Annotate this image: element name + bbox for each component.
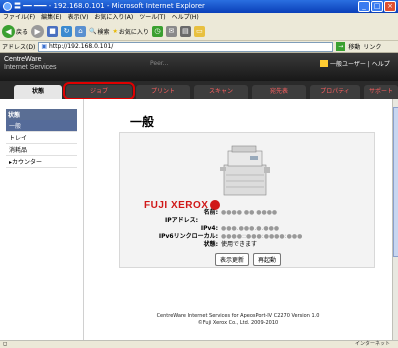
stop-icon[interactable]: ■ bbox=[47, 26, 59, 37]
info-row-ipv6: IPv6リンクローカル: ●●●●::●●●:●●●●:●●● bbox=[158, 233, 303, 240]
footer: CentreWare Internet Services for ApeosPo… bbox=[84, 313, 392, 327]
tab-scan[interactable]: スキャン bbox=[194, 85, 248, 99]
device-info: 名前: ●●●● ●● ●●●● IPアドレス: IPv4: ●●●.●●●.●.●… bbox=[120, 209, 376, 249]
minimize-button[interactable]: _ bbox=[358, 1, 370, 12]
info-row-ip: IPアドレス: bbox=[165, 217, 199, 224]
status-bar: ◻ インターネット bbox=[0, 340, 398, 347]
fuji-xerox-logo: FUJI XEROX bbox=[144, 200, 221, 211]
refresh-icon[interactable]: ↻ bbox=[61, 26, 73, 37]
tab-support[interactable]: サポート bbox=[364, 85, 398, 99]
app-header: CentreWare Internet Services Peer... 一般ユ… bbox=[0, 53, 398, 81]
browser-toolbar: ◀ 戻る ▶ ■ ↻ ⌂ 🔍 検索 ★ お気に入り ◷ ✉ ▤ ▭ bbox=[0, 23, 398, 41]
address-input[interactable]: ▣ http://192.168.0.101/ bbox=[38, 41, 334, 52]
address-label: アドレス(D) bbox=[2, 44, 36, 51]
footer-copyright: ©Fuji Xerox Co., Ltd. 2009-2010 bbox=[197, 320, 279, 326]
tab-bar: 状態 ジョブ プリント スキャン 宛先表 プロパティ サポート bbox=[0, 81, 398, 99]
restart-button[interactable]: 再起動 bbox=[253, 253, 282, 266]
nav-item-tray[interactable]: トレイ bbox=[6, 132, 77, 144]
window-controls: _ □ × bbox=[358, 1, 396, 12]
menu-favorites[interactable]: お気に入り(A) bbox=[94, 13, 133, 23]
home-icon[interactable]: ⌂ bbox=[75, 26, 87, 37]
forward-arrow-icon: ▶ bbox=[31, 25, 45, 38]
page-title: 一般 bbox=[130, 115, 155, 129]
menu-file[interactable]: ファイル(F) bbox=[3, 13, 35, 23]
tab-address-book[interactable]: 宛先表 bbox=[252, 85, 306, 99]
page-icon: ▣ bbox=[41, 43, 47, 50]
go-button[interactable]: 移動 bbox=[348, 42, 360, 51]
back-button[interactable]: ◀ 戻る bbox=[2, 25, 28, 38]
links-label[interactable]: リンク bbox=[363, 42, 381, 51]
go-icon[interactable]: → bbox=[336, 42, 346, 51]
ie-icon bbox=[3, 2, 12, 11]
print-icon[interactable]: ▤ bbox=[179, 26, 191, 37]
back-arrow-icon: ◀ bbox=[2, 25, 15, 38]
menu-edit[interactable]: 編集(E) bbox=[41, 13, 61, 23]
vertical-scrollbar[interactable] bbox=[392, 99, 398, 340]
menu-bar: ファイル(F) 編集(E) 表示(V) お気に入り(A) ツール(T) ヘルプ(… bbox=[0, 13, 398, 23]
close-button[interactable]: × bbox=[384, 1, 396, 12]
tab-status[interactable]: 状態 bbox=[14, 85, 62, 99]
window-titlebar: 〓 ━━ ━━━ - 192.168.0.101 - Microsoft Int… bbox=[0, 0, 398, 13]
mail-icon[interactable]: ✉ bbox=[165, 26, 177, 37]
main-content: 一般 名前: ●●●● ●● ●●●● IPアドレス: IPv4: ●●●.●●●.… bbox=[84, 99, 392, 340]
tab-properties[interactable]: プロパティ bbox=[310, 85, 360, 99]
device-host: Peer... bbox=[150, 60, 169, 67]
search-button[interactable]: 🔍 検索 bbox=[89, 27, 110, 36]
maximize-button[interactable]: □ bbox=[371, 1, 383, 12]
menu-view[interactable]: 表示(V) bbox=[68, 13, 89, 23]
xerox-sphere-icon bbox=[210, 200, 221, 211]
menu-tools[interactable]: ツール(T) bbox=[139, 13, 165, 23]
nav-item-counter[interactable]: ▸カウンター bbox=[6, 156, 77, 168]
history-icon[interactable]: ◷ bbox=[151, 26, 163, 37]
highlight-annotation bbox=[63, 82, 135, 100]
brand-logo: CentreWare Internet Services bbox=[4, 56, 57, 71]
info-row-ipv4: IPv4: ●●●.●●●.●.●●● bbox=[200, 225, 280, 232]
info-row-status: 状態: 使用できます bbox=[203, 241, 258, 248]
forward-button[interactable]: ▶ bbox=[31, 25, 45, 38]
address-bar: アドレス(D) ▣ http://192.168.0.101/ → 移動 リンク bbox=[0, 41, 398, 53]
folder-icon[interactable]: ▭ bbox=[193, 26, 205, 37]
menu-help[interactable]: ヘルプ(H) bbox=[172, 13, 199, 23]
footer-product: CentreWare Internet Services for ApeosPo… bbox=[156, 313, 320, 319]
nav-item-general[interactable]: 一般 bbox=[6, 120, 77, 132]
favorites-button[interactable]: ★ お気に入り bbox=[113, 27, 149, 36]
action-buttons: 表示更新 再起動 bbox=[120, 253, 376, 266]
tab-print[interactable]: プリント bbox=[136, 85, 190, 99]
refresh-button[interactable]: 表示更新 bbox=[214, 253, 249, 266]
address-url: http://192.168.0.101/ bbox=[48, 43, 114, 50]
window-title: 〓 ━━ ━━━ - 192.168.0.101 - Microsoft Int… bbox=[14, 2, 205, 10]
scrollbar-thumb[interactable] bbox=[393, 107, 398, 257]
printer-icon bbox=[220, 145, 270, 196]
nav-item-supplies[interactable]: 消耗品 bbox=[6, 144, 77, 156]
search-icon: 🔍 bbox=[89, 28, 97, 35]
user-menu[interactable]: 一般ユーザー | ヘルプ bbox=[320, 59, 390, 68]
star-icon: ★ bbox=[112, 28, 118, 35]
status-page-icon: ◻ bbox=[3, 341, 8, 347]
left-nav: 状態 一般 トレイ 消耗品 ▸カウンター bbox=[0, 99, 84, 340]
user-icon bbox=[320, 60, 328, 67]
nav-heading: 状態 bbox=[6, 109, 77, 120]
